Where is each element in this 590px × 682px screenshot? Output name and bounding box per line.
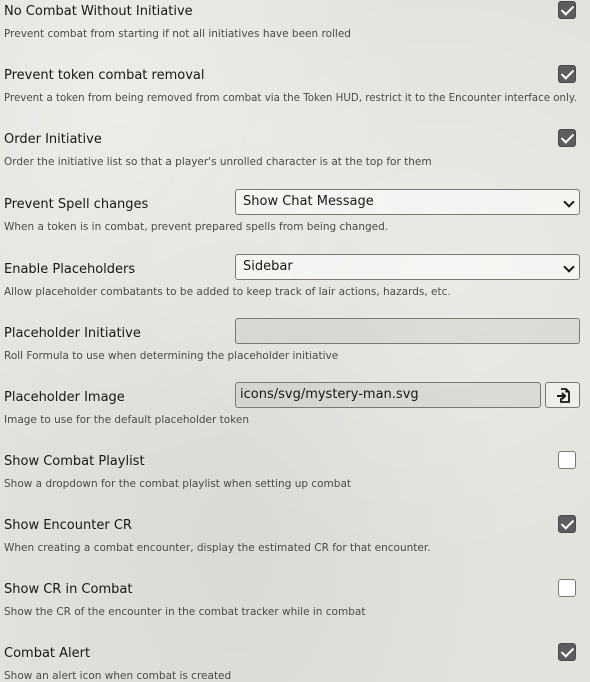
setting-hint: Show a dropdown for the combat playlist …: [4, 478, 351, 490]
order-initiative-checkbox[interactable]: [558, 129, 576, 147]
show-cr-in-combat-checkbox[interactable]: [558, 579, 576, 597]
setting-hint: Prevent combat from starting if not all …: [4, 28, 351, 40]
prevent-token-combat-removal-checkbox[interactable]: [558, 65, 576, 83]
setting-label: Show CR in Combat: [4, 582, 133, 597]
setting-hint: Allow placeholder combatants to be added…: [4, 286, 451, 298]
file-picker-button[interactable]: [545, 382, 580, 408]
setting-hint: Show an alert icon when combat is create…: [4, 670, 232, 682]
setting-placeholder-image: Placeholder Image icons/svg/mystery-man.…: [0, 382, 590, 450]
setting-hint: When creating a combat encounter, displa…: [4, 542, 431, 554]
enable-placeholders-select[interactable]: Sidebar: [235, 254, 580, 280]
setting-label: Prevent token combat removal: [4, 68, 205, 83]
setting-label: Show Encounter CR: [4, 518, 132, 533]
setting-combat-alert: Combat Alert Show an alert icon when com…: [0, 642, 590, 682]
setting-order-initiative: Order Initiative Order the initiative li…: [0, 128, 590, 192]
show-encounter-cr-checkbox[interactable]: [558, 515, 576, 533]
setting-label: Prevent Spell changes: [4, 197, 149, 212]
setting-label: Show Combat Playlist: [4, 454, 145, 469]
placeholder-image-input[interactable]: icons/svg/mystery-man.svg: [235, 382, 541, 408]
setting-hint: Image to use for the default placeholder…: [4, 414, 250, 426]
setting-show-combat-playlist: Show Combat Playlist Show a dropdown for…: [0, 450, 590, 514]
chevron-down-icon: [563, 196, 575, 208]
setting-hint: When a token is in combat, prevent prepa…: [4, 221, 389, 233]
combat-alert-checkbox[interactable]: [558, 643, 576, 661]
no-combat-without-initiative-checkbox[interactable]: [558, 1, 576, 19]
setting-enable-placeholders: Enable Placeholders Sidebar Allow placeh…: [0, 254, 590, 322]
setting-prevent-token-combat-removal: Prevent token combat removal Prevent a t…: [0, 64, 590, 128]
setting-label: No Combat Without Initiative: [4, 4, 193, 19]
setting-label: Placeholder Initiative: [4, 326, 141, 341]
file-import-icon: [557, 388, 570, 403]
prevent-spell-changes-select[interactable]: Show Chat Message: [235, 189, 580, 215]
setting-label: Combat Alert: [4, 646, 91, 661]
chevron-down-icon: [563, 261, 575, 273]
setting-placeholder-initiative: Placeholder Initiative Roll Formula to u…: [0, 318, 590, 386]
select-value: Sidebar: [243, 259, 293, 274]
select-value: Show Chat Message: [243, 194, 374, 209]
placeholder-initiative-input[interactable]: [235, 318, 580, 344]
show-combat-playlist-checkbox[interactable]: [558, 451, 576, 469]
setting-prevent-spell-changes: Prevent Spell changes Show Chat Message …: [0, 189, 590, 257]
setting-show-encounter-cr: Show Encounter CR When creating a combat…: [0, 514, 590, 578]
setting-hint: Show the CR of the encounter in the comb…: [4, 606, 366, 618]
setting-no-combat-without-initiative: No Combat Without Initiative Prevent com…: [0, 0, 590, 64]
setting-hint: Roll Formula to use when determining the…: [4, 350, 339, 362]
setting-label: Order Initiative: [4, 132, 102, 147]
setting-hint: Order the initiative list so that a play…: [4, 156, 432, 168]
setting-label: Placeholder Image: [4, 390, 125, 405]
setting-show-cr-in-combat: Show CR in Combat Show the CR of the enc…: [0, 578, 590, 642]
setting-hint: Prevent a token from being removed from …: [4, 92, 577, 104]
setting-label: Enable Placeholders: [4, 262, 136, 277]
